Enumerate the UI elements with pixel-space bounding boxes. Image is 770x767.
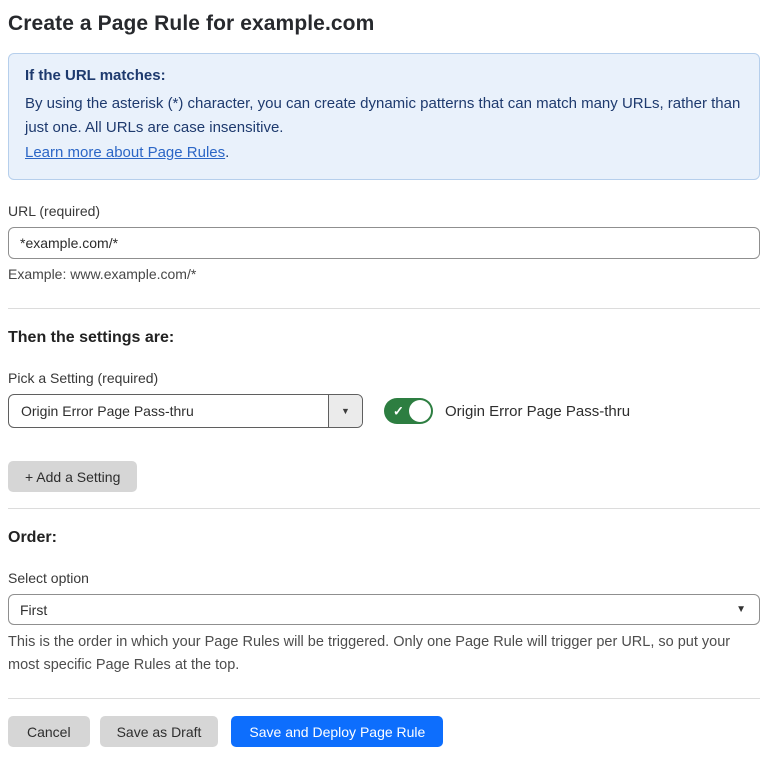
caret-down-icon: ▼	[736, 604, 746, 615]
url-field-label: URL (required)	[8, 203, 101, 219]
cancel-button[interactable]: Cancel	[8, 716, 90, 747]
order-section-heading: Order:	[8, 529, 57, 546]
info-box-body: By using the asterisk (*) character, you…	[25, 95, 741, 136]
setting-select[interactable]: Origin Error Page Pass-thru ▼	[8, 394, 363, 428]
footer-actions: Cancel Save as Draft Save and Deploy Pag…	[8, 716, 760, 747]
url-match-info-box: If the URL matches: By using the asteris…	[8, 53, 760, 180]
setting-select-arrow: ▼	[328, 395, 362, 427]
setting-toggle-label: Origin Error Page Pass-thru	[445, 402, 631, 420]
info-box-heading: If the URL matches:	[25, 67, 166, 84]
setting-toggle[interactable]: ✓	[384, 398, 433, 424]
order-select[interactable]: First ▼	[8, 594, 760, 625]
divider	[8, 698, 760, 699]
url-example-hint: Example: www.example.com/*	[8, 266, 197, 282]
add-setting-button[interactable]: + Add a Setting	[8, 461, 138, 492]
setting-row: Origin Error Page Pass-thru ▼ ✓ Origin E…	[8, 394, 760, 428]
order-help-text: This is the order in which your Page Rul…	[8, 634, 731, 673]
setting-select-value: Origin Error Page Pass-thru	[21, 403, 194, 419]
divider	[8, 308, 760, 309]
pick-setting-label: Pick a Setting (required)	[8, 370, 159, 386]
page-title: Create a Page Rule for example.com	[8, 12, 375, 35]
info-box-link-row: Learn more about Page Rules.	[25, 141, 743, 165]
check-icon: ✓	[393, 403, 404, 419]
order-select-label: Select option	[8, 570, 89, 586]
url-input[interactable]	[8, 227, 760, 259]
create-page-rule-panel: Create a Page Rule for example.com If th…	[0, 0, 770, 767]
divider	[8, 508, 760, 509]
link-suffix: .	[225, 144, 230, 161]
settings-section-heading: Then the settings are:	[8, 329, 175, 346]
toggle-knob	[409, 400, 431, 422]
learn-more-link[interactable]: Learn more about Page Rules	[25, 144, 225, 161]
order-select-value: First	[20, 601, 48, 618]
caret-down-icon: ▼	[341, 406, 350, 416]
save-as-draft-button[interactable]: Save as Draft	[99, 716, 219, 747]
save-and-deploy-button[interactable]: Save and Deploy Page Rule	[231, 716, 444, 747]
